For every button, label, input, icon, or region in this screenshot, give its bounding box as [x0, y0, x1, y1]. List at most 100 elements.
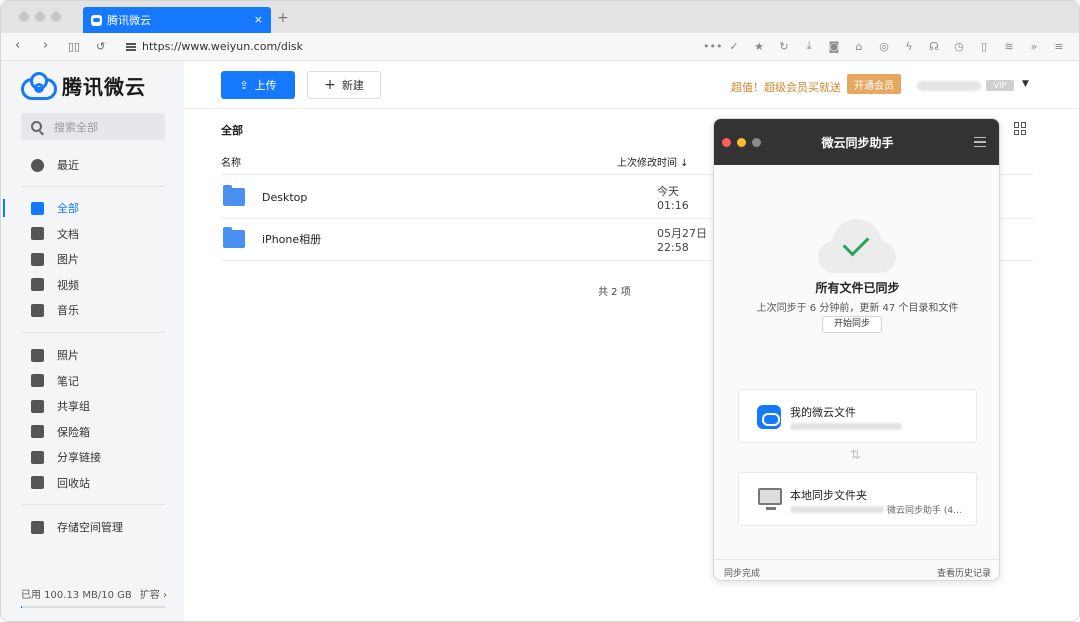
rss-icon[interactable]: ≋ [1003, 40, 1015, 53]
sidebar-item-label: 全部 [57, 202, 79, 215]
file-modified-time: 今天 01:16 [657, 184, 689, 212]
sidebar-item-safe[interactable]: 保险箱 [1, 420, 184, 444]
clock-icon[interactable]: ◷ [953, 40, 965, 53]
camera-icon[interactable]: ◙ [828, 40, 840, 53]
storage-text: 已用 100.13 MB/10 GB [21, 590, 132, 601]
history-icon[interactable]: ↺ [96, 40, 105, 53]
compass-icon[interactable]: ◎ [878, 40, 890, 53]
cloud-synced-icon [818, 219, 896, 273]
sidebar-item-music[interactable]: 音乐 [1, 298, 184, 322]
tab-title: 腾讯微云 [107, 14, 151, 27]
sync-helper-title: 微云同步助手 [821, 136, 894, 150]
url-field[interactable]: https://www.weiyun.com/disk [126, 40, 303, 53]
cloud-folder-title: 我的微云文件 [790, 406, 856, 419]
plus-icon: + [324, 77, 336, 93]
vip-promo-link[interactable]: 超值！超级会员买就送 [731, 79, 841, 95]
column-header-name[interactable]: 名称 [221, 154, 241, 169]
star-icon[interactable]: ★ [753, 40, 765, 53]
more-icon[interactable]: ••• [703, 40, 722, 53]
sidebar-item-image[interactable]: 图片 [1, 247, 184, 271]
computer-icon [758, 488, 782, 510]
cloud-folder-card[interactable]: 我的微云文件 [738, 389, 977, 443]
new-button[interactable]: + 新建 [307, 71, 381, 99]
view-history-link[interactable]: 查看历史记录 [937, 566, 991, 579]
hamburger-menu-icon[interactable] [974, 137, 986, 147]
sidebar-item-label: 文档 [57, 227, 79, 241]
sync-arrows-icon: ⇅ [850, 448, 861, 463]
sidebar-item-document[interactable]: 文档 [1, 222, 184, 246]
sidebar-item-trash[interactable]: 回收站 [1, 471, 184, 495]
download-icon[interactable]: ⤓ [803, 39, 815, 53]
sidebar-item-photo[interactable]: 照片 [1, 343, 184, 367]
sidebar-item-group[interactable]: 共享组 [1, 394, 184, 418]
local-path-blurred [790, 506, 884, 513]
new-tab-button[interactable]: + [277, 10, 289, 26]
sidebar-item-clock[interactable]: 最近 [1, 153, 184, 177]
file-row[interactable]: Desktop 今天 01:16 [221, 176, 711, 218]
safe-icon [31, 425, 44, 438]
menu-icon[interactable]: ≡ [1053, 40, 1065, 53]
upload-button[interactable]: ⇪ 上传 [221, 71, 295, 99]
sidebar-divider [21, 186, 165, 187]
zoom-window-button[interactable] [51, 12, 61, 22]
browser-window: 腾讯微云 × + ‹ › ▯▯ ↺ https://www.weiyun.com… [0, 0, 1080, 622]
overflow-icon[interactable]: » [1028, 40, 1040, 53]
main-toolbar: ⇪ 上传 + 新建 超值！超级会员买就送 开通会员 VIP ▼ [184, 61, 1079, 109]
bookmark-icon[interactable]: ▯ [978, 40, 990, 53]
weiyun-logo-icon [21, 71, 57, 100]
sync-helper-titlebar: 微云同步助手 [714, 119, 999, 165]
search-input[interactable]: 搜索全部 [21, 113, 165, 140]
open-vip-button[interactable]: 开通会员 [847, 74, 901, 94]
expand-storage-link[interactable]: 扩容 › [140, 586, 167, 601]
sidebar-item-share-link[interactable]: 分享链接 [1, 445, 184, 469]
bolt-icon[interactable]: ϟ [903, 40, 915, 53]
music-icon [31, 303, 44, 317]
reload-icon[interactable]: ↻ [778, 40, 790, 53]
username-blurred[interactable] [917, 81, 981, 91]
storage-usage: 已用 100.13 MB/10 GB 扩容 › [21, 586, 167, 608]
folder-icon [223, 185, 245, 206]
extension-icon[interactable]: ⌂ [853, 40, 865, 53]
page-info-icon[interactable] [126, 42, 136, 51]
grid-view-icon[interactable] [1014, 122, 1027, 135]
sidebar-item-video[interactable]: 视频 [1, 273, 184, 297]
sidebar-item-label: 存储空间管理 [57, 521, 123, 534]
note-icon [31, 374, 44, 387]
sidebar-item-note[interactable]: 笔记 [1, 369, 184, 393]
photo-icon [31, 348, 44, 362]
file-row[interactable]: iPhone相册 05月27日 22:58 [221, 218, 711, 260]
folder-icon [223, 227, 245, 248]
tab-close-icon[interactable]: × [254, 13, 263, 26]
close-window-button[interactable] [19, 12, 29, 22]
local-folder-title: 本地同步文件夹 [790, 489, 867, 502]
headphones-icon[interactable]: ☊ [928, 40, 940, 53]
start-sync-button[interactable]: 开始同步 [822, 316, 882, 333]
sidebar-item-broom[interactable]: 存储空间管理 [1, 515, 184, 539]
check-icon[interactable]: ✓ [728, 40, 740, 53]
sidebar-item-label: 保险箱 [57, 425, 90, 439]
logo[interactable]: 腾讯微云 [21, 71, 146, 100]
total-count: 共 2 项 [598, 287, 631, 298]
reader-icon[interactable]: ▯▯ [68, 40, 80, 53]
sidebar-item-label: 视频 [57, 278, 79, 292]
sidebar-item-label: 回收站 [57, 476, 90, 490]
group-icon [31, 399, 44, 413]
sidebar-item-all-files[interactable]: 全部 [1, 196, 184, 220]
vip-badge: VIP [986, 80, 1014, 91]
user-menu-caret-icon[interactable]: ▼ [1022, 79, 1029, 89]
sync-helper-window: 微云同步助手 所有文件已同步 上次同步于 6 分钟前，更新 47 个目录和文件 … [713, 118, 1000, 581]
file-name[interactable]: Desktop [262, 191, 307, 204]
browser-tab-active[interactable]: 腾讯微云 × [83, 7, 271, 33]
minimize-window-button[interactable] [35, 12, 45, 22]
file-modified-time: 05月27日 22:58 [657, 226, 707, 254]
column-header-modified[interactable]: 上次修改时间 ↓ [617, 154, 689, 169]
breadcrumb: 全部 [221, 124, 243, 137]
back-button[interactable]: ‹ [15, 38, 20, 53]
forward-button[interactable]: › [43, 38, 48, 53]
all-files-icon [31, 201, 44, 215]
new-label: 新建 [341, 79, 364, 92]
local-folder-card[interactable]: 本地同步文件夹 微云同步助手 (4... [738, 472, 977, 526]
upload-icon: ⇪ [239, 78, 249, 92]
file-name[interactable]: iPhone相册 [262, 231, 321, 247]
upload-label: 上传 [254, 79, 277, 92]
